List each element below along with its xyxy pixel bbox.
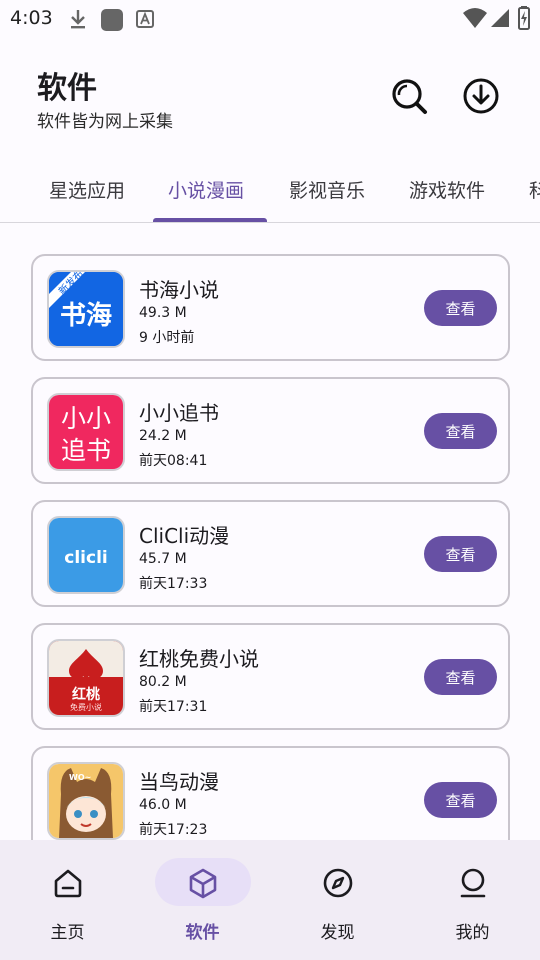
app-card[interactable]: clicli CliCli动漫 45.7 M 前天17:33 查看 bbox=[31, 500, 510, 607]
wifi-icon bbox=[463, 8, 487, 28]
app-icon-hongtao: 红桃 免费小说 bbox=[47, 639, 125, 717]
tab-novels-comics[interactable]: 小说漫画 bbox=[168, 176, 244, 203]
shuhai-logo: 新发布 书海 bbox=[49, 272, 123, 346]
status-bar: 4:03 bbox=[0, 0, 540, 38]
nav-label: 软件 bbox=[185, 923, 220, 943]
view-button[interactable]: 查看 bbox=[424, 413, 497, 449]
view-button[interactable]: 查看 bbox=[424, 782, 497, 818]
xiaoxiao-logo-bottom: 追书 bbox=[61, 436, 111, 465]
app-update-time: 9 小时前 bbox=[139, 330, 195, 346]
app-size: 24.2 M bbox=[139, 428, 187, 444]
nav-label: 我的 bbox=[455, 923, 490, 943]
clicli-logo: clicli bbox=[49, 518, 123, 592]
app-icon-clicli: clicli bbox=[47, 516, 125, 594]
app-card[interactable]: 新发布 书海 书海小说 49.3 M 9 小时前 查看 bbox=[31, 254, 510, 361]
app-name: 小小追书 bbox=[139, 401, 219, 425]
shuhai-logo-text: 书海 bbox=[60, 301, 112, 331]
app-icon-xiaoxiao: 小小 追书 bbox=[47, 393, 125, 471]
dangniao-logo: WO~ bbox=[49, 764, 123, 838]
nav-home[interactable]: 主页 bbox=[0, 840, 135, 960]
download-status-icon bbox=[71, 10, 85, 29]
battery-icon bbox=[518, 6, 530, 30]
hongtao-logo-sub: 免费小说 bbox=[70, 702, 102, 712]
app-list: 新发布 书海 书海小说 49.3 M 9 小时前 查看 小小 追书 小小追书 2… bbox=[0, 224, 540, 840]
nav-software[interactable]: 软件 bbox=[135, 840, 270, 960]
page-title: 软件 bbox=[37, 71, 97, 106]
download-button[interactable] bbox=[459, 74, 503, 118]
search-button[interactable] bbox=[387, 74, 431, 118]
app-card[interactable]: 红桃 免费小说 红桃免费小说 80.2 M 前天17:31 查看 bbox=[31, 623, 510, 730]
app-update-time: 前天17:31 bbox=[139, 699, 208, 715]
app-card[interactable]: WO~ 当鸟动漫 46.0 M 前天17:23 查看 bbox=[31, 746, 510, 840]
active-tab-indicator bbox=[153, 218, 267, 222]
app-icon-dangniao: WO~ bbox=[47, 762, 125, 840]
nav-discover[interactable]: 发现 bbox=[270, 840, 405, 960]
app-name: 红桃免费小说 bbox=[139, 647, 259, 671]
signal-icon bbox=[491, 9, 509, 27]
app-status-icon bbox=[101, 9, 123, 31]
hongtao-logo: 红桃 免费小说 bbox=[49, 641, 123, 715]
app-name: 当鸟动漫 bbox=[139, 770, 219, 794]
tab-game-software[interactable]: 游戏软件 bbox=[409, 176, 485, 203]
cube-icon bbox=[189, 868, 217, 899]
nav-label: 发现 bbox=[320, 923, 355, 943]
tab-featured-apps[interactable]: 星选应用 bbox=[49, 176, 125, 203]
compass-icon bbox=[323, 868, 353, 898]
xiaoxiao-logo-top: 小小 bbox=[61, 404, 111, 433]
category-tabs: 星选应用 小说漫画 影视音乐 游戏软件 科 bbox=[0, 160, 540, 223]
app-icon-shuhai: 新发布 书海 bbox=[47, 270, 125, 348]
app-update-time: 前天17:33 bbox=[139, 576, 208, 592]
tab-video-music[interactable]: 影视音乐 bbox=[289, 176, 365, 203]
app-card[interactable]: 小小 追书 小小追书 24.2 M 前天08:41 查看 bbox=[31, 377, 510, 484]
status-time: 4:03 bbox=[10, 7, 53, 29]
search-icon bbox=[392, 79, 427, 114]
page-subtitle: 软件皆为网上采集 bbox=[37, 112, 173, 132]
xiaoxiao-logo: 小小 追书 bbox=[49, 395, 123, 469]
app-screen: 4:03 软件 软件皆为网上采集 星选应用 小说漫画 影视音乐 游戏软件 新发布… bbox=[0, 0, 540, 960]
app-size: 45.7 M bbox=[139, 551, 187, 567]
download-icon bbox=[463, 78, 499, 114]
view-button[interactable]: 查看 bbox=[424, 536, 497, 572]
app-size: 46.0 M bbox=[139, 797, 187, 813]
app-size: 49.3 M bbox=[139, 305, 187, 321]
hongtao-logo-text: 红桃 bbox=[72, 686, 100, 703]
clicli-logo-text: clicli bbox=[64, 548, 107, 568]
dangniao-logo-text: WO~ bbox=[69, 773, 91, 782]
bottom-navigation: 主页 软件 发现 我的 bbox=[0, 840, 540, 960]
app-name: CliCli动漫 bbox=[139, 524, 230, 548]
nav-profile[interactable]: 我的 bbox=[405, 840, 540, 960]
app-name: 书海小说 bbox=[139, 278, 219, 302]
tab-partial[interactable]: 科 bbox=[529, 176, 540, 203]
home-icon bbox=[54, 869, 82, 898]
app-update-time: 前天17:23 bbox=[139, 822, 208, 838]
app-update-time: 前天08:41 bbox=[139, 453, 208, 469]
person-icon bbox=[460, 868, 486, 898]
view-button[interactable]: 查看 bbox=[424, 290, 497, 326]
app-size: 80.2 M bbox=[139, 674, 187, 690]
font-status-icon bbox=[136, 10, 154, 28]
view-button[interactable]: 查看 bbox=[424, 659, 497, 695]
nav-label: 主页 bbox=[50, 923, 85, 943]
